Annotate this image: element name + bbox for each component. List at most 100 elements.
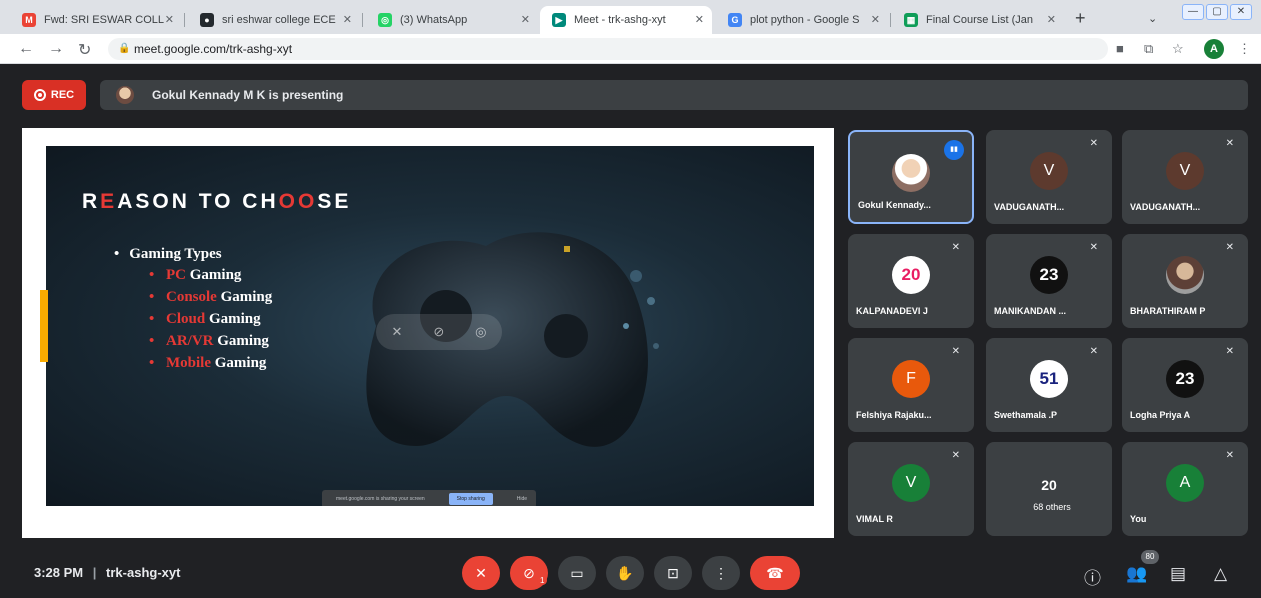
title-fragment: SE [317,190,352,213]
tab-title: (3) WhatsApp [400,14,468,26]
browser-tab[interactable]: Gplot python - Google S ✕ [716,6,888,34]
browser-tab[interactable]: M Fwd: SRI ESWAR COLL ✕ [10,6,182,34]
participant-tile[interactable]: 20 ✕ KALPANADEVI J [848,234,974,328]
present-button[interactable]: ⊡ [654,556,692,590]
participant-tile[interactable]: 23 ✕ Logha Priya A [1122,338,1248,432]
bullet-text: Gaming [205,311,261,327]
more-options-button[interactable]: ⋮ [702,556,740,590]
slide-bullets: Gaming Types PC GamingConsole GamingClou… [129,246,273,374]
chat-icon[interactable]: ▤ [1170,564,1186,584]
bullet-text: Gaming [216,289,273,305]
bullet-item: PC Gaming [149,264,272,286]
presenting-text: Gokul Kennady M K is presenting [152,88,344,102]
browser-tab[interactable]: ● sri eshwar college ECE ✕ [188,6,360,34]
bullet-highlight: PC [166,267,186,283]
share-page-icon[interactable]: ⧉ [1144,41,1153,57]
screen-share-notice: meet.google.com is sharing your screen S… [322,490,536,506]
participant-tile[interactable]: 23 ✕ MANIKANDAN ... [986,234,1112,328]
more-vert-icon: ⋮ [714,564,728,581]
activities-icon[interactable]: △ [1214,564,1227,584]
bullet-highlight: Console [166,289,217,305]
back-arrow-icon[interactable]: ← [18,40,34,58]
tab-title: Final Course List (Jan [926,14,1033,26]
browser-tab[interactable]: ▶ Meet - trk-ashg-xyt ✕ [540,6,712,34]
participant-avatar: 51 [1030,360,1068,398]
captions-button[interactable]: ▭ [558,556,596,590]
separator: | [92,565,97,580]
close-tab-icon[interactable]: ✕ [695,13,704,26]
reload-icon[interactable]: ↻ [78,40,91,60]
recording-badge[interactable]: REC [22,80,86,110]
participant-tile[interactable]: V ✕ VADUGANATH... [1122,130,1248,224]
participant-name: Swethamala .P [994,410,1058,420]
close-window-icon[interactable]: ✕ [1230,4,1252,20]
raise-hand-button[interactable]: ✋ [606,556,644,590]
bookmark-star-icon[interactable]: ☆ [1172,41,1184,57]
close-tab-icon[interactable]: ✕ [343,13,352,26]
clock-time: 3:28 PM [34,565,84,580]
participant-name: VADUGANATH... [994,202,1065,212]
browser-tab[interactable]: ◎ (3) WhatsApp ✕ [366,6,538,34]
leave-call-button[interactable]: ☎ [750,556,800,590]
meeting-info: 3:28 PM | trk-ashg-xyt [34,565,180,580]
close-tab-icon[interactable]: ✕ [871,13,880,26]
participant-tile[interactable]: ▮▮ Gokul Kennady... [848,130,974,224]
participant-tile[interactable]: V ✕ VADUGANATH... [986,130,1112,224]
profile-avatar[interactable]: A [1204,39,1224,59]
lock-icon: 🔒 [118,43,131,54]
participant-tile[interactable]: A ✕ You [1122,442,1248,536]
hide-button[interactable]: Hide [517,496,527,502]
participant-tile[interactable]: ✕ BHARATHIRAM P [1122,234,1248,328]
mic-off-icon[interactable]: ✕ [391,324,402,340]
browser-tab[interactable]: ▦ Final Course List (Jan ✕ [892,6,1064,34]
mic-muted-icon: ✕ [1225,138,1234,149]
address-bar[interactable]: 🔒 meet.google.com/trk-ashg-xyt [108,38,1108,60]
bullet-text: Gaming [211,355,267,371]
slide-scroll-handle[interactable] [40,290,48,362]
participant-avatar: F [892,360,930,398]
participant-tile[interactable]: F ✕ Felshiya Rajaku... [848,338,974,432]
title-fragment: ASON TO CH [117,190,279,213]
tab-search-icon[interactable]: ⌄ [1148,12,1157,25]
slide: REASON TO CHOOSE Gaming Types PC GamingC… [46,146,814,506]
mic-muted-icon: ✕ [951,242,960,253]
mic-muted-icon: ✕ [1225,450,1234,461]
presenter-overlay-controls: ✕ ⊘ ◎ [376,314,502,350]
tab-separator [184,13,185,27]
more-icon[interactable]: ◎ [475,324,486,340]
meet-icon: ▶ [552,13,566,27]
people-icon[interactable]: 👥 [1126,564,1147,584]
participant-tile[interactable]: 20 68 others [986,442,1112,536]
minimize-icon[interactable]: — [1182,4,1204,20]
forward-arrow-icon[interactable]: → [48,40,64,58]
mic-muted-icon: ✕ [1089,242,1098,253]
camera-indicator-icon[interactable]: ■ [1116,41,1124,56]
participant-tile[interactable]: V ✕ VIMAL R [848,442,974,536]
close-tab-icon[interactable]: ✕ [165,13,174,26]
stop-sharing-button[interactable]: Stop sharing [448,493,493,505]
info-icon[interactable]: ⓘ [1084,564,1101,589]
new-tab-icon[interactable]: + [1075,8,1086,29]
mic-toggle-button[interactable]: ✕ [462,556,500,590]
tab-separator [890,13,891,27]
rec-label: REC [50,89,75,101]
participant-name: MANIKANDAN ... [994,306,1066,316]
meeting-code: trk-ashg-xyt [106,565,181,580]
browser-menu-icon[interactable]: ⋮ [1238,41,1251,57]
mic-muted-icon: ✕ [1225,346,1234,357]
participant-avatar: V [1030,152,1068,190]
speaking-indicator-icon: ▮▮ [944,140,964,160]
close-tab-icon[interactable]: ✕ [1047,13,1056,26]
participant-avatar: V [892,464,930,502]
maximize-icon[interactable]: ▢ [1206,4,1228,20]
bullet-text: Gaming [213,333,269,349]
pin-icon[interactable]: ⊘ [433,324,444,340]
tab-title: sri eshwar college ECE [222,14,336,26]
close-tab-icon[interactable]: ✕ [521,13,530,26]
presenter-avatar [116,86,134,104]
participant-avatar: V [1166,152,1204,190]
browser-toolbar: ← → ↻ 🔒 meet.google.com/trk-ashg-xyt ■ ⧉… [0,34,1261,64]
participant-tile[interactable]: 51 ✕ Swethamala .P [986,338,1112,432]
participant-avatar: 20 [1041,477,1057,493]
title-fragment: R [82,190,101,213]
